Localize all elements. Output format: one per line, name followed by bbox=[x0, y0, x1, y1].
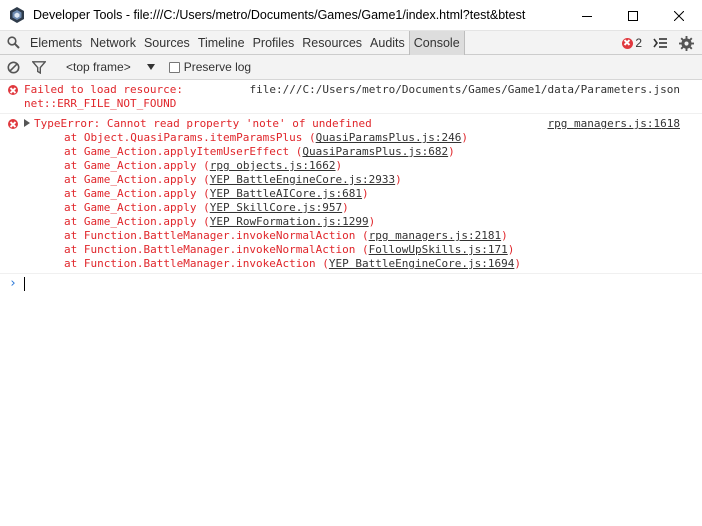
console-prompt[interactable]: › bbox=[0, 274, 702, 294]
error-count: 2 bbox=[635, 36, 642, 50]
gear-icon bbox=[678, 35, 694, 51]
stack-frame-source-link[interactable]: YEP BattleAICore.js:681 bbox=[210, 187, 362, 200]
stack-frame-source-link[interactable]: rpg objects.js:1662 bbox=[210, 159, 336, 172]
stack-frame-close-paren: ) bbox=[395, 173, 402, 186]
settings-button[interactable] bbox=[676, 31, 696, 55]
stack-frame: at Game_Action.apply (YEP BattleAICore.j… bbox=[24, 187, 680, 201]
stack-frame-source-link[interactable]: QuasiParamsPlus.js:682 bbox=[302, 145, 448, 158]
stack-frame-source-link[interactable]: rpg managers.js:2181 bbox=[369, 229, 501, 242]
minimize-icon bbox=[582, 15, 592, 17]
maximize-icon bbox=[628, 10, 638, 21]
stack-frame-close-paren: ) bbox=[368, 215, 376, 228]
filter-button[interactable] bbox=[26, 55, 52, 80]
stack-frame-function: at Game_Action.apply ( bbox=[64, 173, 210, 186]
stack-frame: at Game_Action.applyItemUserEffect (Quas… bbox=[24, 145, 680, 159]
stack-frame-function: at Function.BattleManager.invokeNormalAc… bbox=[64, 229, 369, 242]
stack-frame-source-link[interactable]: YEP BattleEngineCore.js:2933 bbox=[210, 173, 395, 186]
tab-profiles[interactable]: Profiles bbox=[249, 31, 299, 55]
tab-network[interactable]: Network bbox=[86, 31, 140, 55]
error-icon bbox=[622, 37, 634, 49]
stack-trace: at Object.QuasiParams.itemParamsPlus (Qu… bbox=[24, 131, 680, 271]
stack-frame-function: at Game_Action.apply ( bbox=[64, 201, 210, 214]
console-messages: Failed to load resource: file:///C:/User… bbox=[0, 80, 702, 526]
stack-frame: at Game_Action.apply (YEP RowFormation.j… bbox=[24, 215, 680, 229]
frame-selector[interactable]: <top frame> bbox=[66, 60, 155, 74]
drawer-icon bbox=[653, 38, 667, 48]
window-title: Developer Tools - file:///C:/Users/metro… bbox=[33, 8, 526, 22]
stack-frame: at Object.QuasiParams.itemParamsPlus (Qu… bbox=[24, 131, 680, 145]
preserve-log-checkbox[interactable] bbox=[168, 61, 180, 73]
console-toolbar: <top frame> Preserve log bbox=[0, 55, 702, 80]
tab-console[interactable]: Console bbox=[408, 30, 465, 55]
devtools-app-icon bbox=[10, 7, 24, 23]
stack-frame-function: at Game_Action.apply ( bbox=[64, 159, 210, 172]
inspect-search-button[interactable] bbox=[0, 31, 26, 55]
window-controls bbox=[564, 0, 702, 31]
console-error-message: TypeError: Cannot read property 'note' o… bbox=[0, 114, 702, 274]
stack-frame-close-paren: ) bbox=[514, 257, 521, 270]
stack-frame-close-paren: ) bbox=[335, 159, 343, 172]
chevron-down-icon bbox=[146, 64, 155, 70]
close-button[interactable] bbox=[656, 0, 702, 31]
stack-frame: at Function.BattleManager.invokeNormalAc… bbox=[24, 243, 680, 257]
panel-tab-bar: Elements Network Sources Timeline Profil… bbox=[0, 30, 702, 55]
stack-frame-function: at Object.QuasiParams.itemParamsPlus ( bbox=[64, 131, 316, 144]
tab-audits[interactable]: Audits bbox=[366, 31, 409, 55]
stack-trace-toggle[interactable]: TypeError: Cannot read property 'note' o… bbox=[24, 117, 372, 131]
stack-frame: at Game_Action.apply (YEP BattleEngineCo… bbox=[24, 173, 680, 187]
close-icon bbox=[674, 10, 684, 21]
clear-icon bbox=[7, 61, 19, 73]
resource-url-link[interactable]: file:///C:/Users/metro/Documents/Games/G… bbox=[250, 83, 680, 97]
stack-frame: at Function.BattleManager.invokeAction (… bbox=[24, 257, 680, 271]
show-drawer-button[interactable] bbox=[650, 31, 670, 55]
stack-frame-source-link[interactable]: YEP SkillCore.js:957 bbox=[210, 201, 342, 214]
stack-frame: at Game_Action.apply (rpg objects.js:166… bbox=[24, 159, 680, 173]
minimize-button[interactable] bbox=[564, 0, 610, 31]
tab-timeline[interactable]: Timeline bbox=[194, 31, 249, 55]
tab-sources[interactable]: Sources bbox=[140, 31, 194, 55]
stack-frame-close-paren: ) bbox=[501, 229, 508, 242]
error-icon bbox=[8, 85, 18, 95]
title-bar: Developer Tools - file:///C:/Users/metro… bbox=[0, 0, 702, 31]
stack-frame-close-paren: ) bbox=[362, 187, 369, 200]
stack-frame: at Game_Action.apply (YEP SkillCore.js:9… bbox=[24, 201, 680, 215]
tab-resources[interactable]: Resources bbox=[298, 31, 366, 55]
error-text: TypeError: Cannot read property 'note' o… bbox=[34, 117, 372, 130]
tabbar-right-controls: 2 bbox=[622, 31, 702, 55]
preserve-log-toggle[interactable]: Preserve log bbox=[168, 60, 252, 74]
search-icon bbox=[6, 36, 20, 49]
stack-frame-source-link[interactable]: YEP BattleEngineCore.js:1694 bbox=[329, 257, 514, 270]
stack-frame-close-paren: ) bbox=[448, 145, 455, 158]
prompt-caret-icon: › bbox=[9, 276, 17, 291]
maximize-button[interactable] bbox=[610, 0, 656, 31]
stack-frame-close-paren: ) bbox=[507, 243, 515, 256]
stack-frame-function: at Game_Action.applyItemUserEffect ( bbox=[64, 145, 303, 158]
stack-frame-function: at Function.BattleManager.invokeNormalAc… bbox=[64, 243, 369, 256]
tab-elements[interactable]: Elements bbox=[26, 31, 86, 55]
error-count-badge[interactable]: 2 bbox=[622, 36, 642, 50]
text-cursor bbox=[24, 277, 25, 291]
stack-frame-function: at Game_Action.apply ( bbox=[64, 187, 210, 200]
expand-triangle-icon bbox=[24, 119, 30, 127]
stack-frame-close-paren: ) bbox=[342, 201, 349, 214]
stack-frame-source-link[interactable]: QuasiParamsPlus.js:246 bbox=[316, 131, 462, 144]
error-text: Failed to load resource: bbox=[24, 83, 183, 96]
stack-frame-source-link[interactable]: YEP RowFormation.js:1299 bbox=[210, 215, 369, 228]
stack-frame-source-link[interactable]: FollowUpSkills.js:171 bbox=[369, 243, 508, 256]
stack-frame-close-paren: ) bbox=[461, 131, 468, 144]
error-text: net::ERR_FILE_NOT_FOUND bbox=[24, 97, 177, 110]
stack-frame-function: at Game_Action.apply ( bbox=[64, 215, 210, 228]
frame-selector-value: <top frame> bbox=[66, 60, 131, 74]
stack-frame: at Function.BattleManager.invokeNormalAc… bbox=[24, 229, 680, 243]
stack-frame-function: at Function.BattleManager.invokeAction ( bbox=[64, 257, 329, 270]
error-icon bbox=[8, 119, 18, 129]
clear-console-button[interactable] bbox=[0, 55, 26, 80]
source-link[interactable]: rpg managers.js:1618 bbox=[548, 117, 680, 131]
console-error-message: Failed to load resource: file:///C:/User… bbox=[0, 80, 702, 114]
filter-icon bbox=[32, 60, 46, 74]
preserve-log-label: Preserve log bbox=[183, 60, 252, 74]
